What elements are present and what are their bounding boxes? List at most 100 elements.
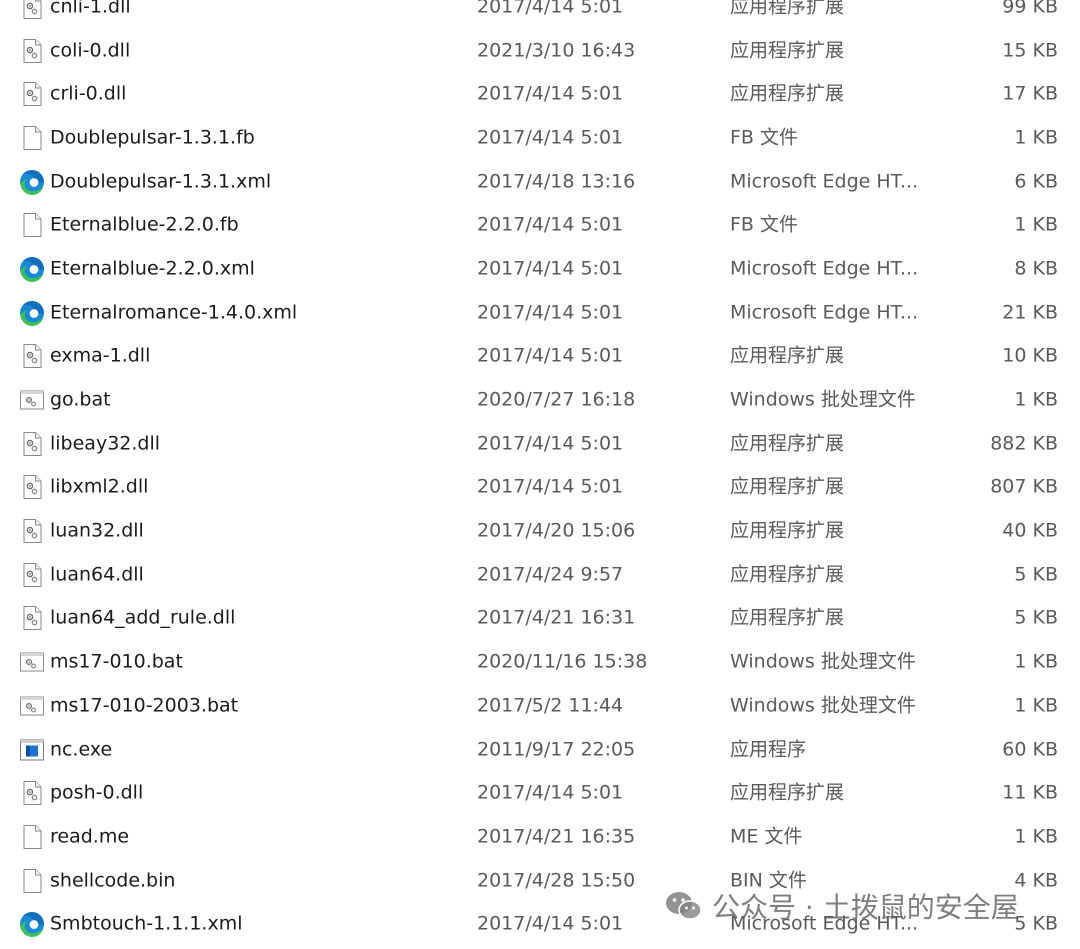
file-size: 882 KB xyxy=(990,432,1058,455)
file-name: ms17-010-2003.bat xyxy=(50,694,239,717)
file-size: 1 KB xyxy=(1014,126,1058,149)
file-name: cnli-1.dll xyxy=(50,0,131,18)
file-date-modified: 2017/4/20 15:06 xyxy=(477,519,636,542)
file-date-modified: 2017/4/14 5:01 xyxy=(477,475,624,498)
file-row[interactable]: libxml2.dll 2017/4/14 5:01 应用程序扩展 807 KB xyxy=(0,466,1080,510)
file-row[interactable]: crli-0.dll 2017/4/14 5:01 应用程序扩展 17 KB xyxy=(0,72,1080,116)
file-date-modified: 2017/4/14 5:01 xyxy=(477,432,624,455)
file-name: crli-0.dll xyxy=(50,82,127,105)
file-type: Microsoft Edge HT... xyxy=(730,301,919,324)
file-name: shellcode.bin xyxy=(50,869,176,892)
file-type: FB 文件 xyxy=(730,213,799,236)
file-date-modified: 2017/4/14 5:01 xyxy=(477,257,624,280)
edge-icon xyxy=(18,168,46,196)
file-name: Eternalblue-2.2.0.fb xyxy=(50,213,239,236)
file-size: 1 KB xyxy=(1014,825,1058,848)
file-size: 1 KB xyxy=(1014,694,1058,717)
edge-icon xyxy=(18,299,46,327)
blank-file-icon xyxy=(18,823,46,851)
file-row[interactable]: coli-0.dll 2021/3/10 16:43 应用程序扩展 15 KB xyxy=(0,29,1080,73)
batch-file-icon xyxy=(18,648,46,676)
file-row[interactable]: read.me 2017/4/21 16:35 ME 文件 1 KB xyxy=(0,815,1080,859)
file-name: exma-1.dll xyxy=(50,344,151,367)
file-name: Eternalblue-2.2.0.xml xyxy=(50,257,255,280)
file-date-modified: 2017/4/14 5:01 xyxy=(477,126,624,149)
file-name: Doublepulsar-1.3.1.fb xyxy=(50,126,255,149)
dll-file-icon xyxy=(18,517,46,545)
file-row[interactable]: nc.exe 2011/9/17 22:05 应用程序 60 KB xyxy=(0,728,1080,772)
file-row[interactable]: go.bat 2020/7/27 16:18 Windows 批处理文件 1 KB xyxy=(0,378,1080,422)
file-row[interactable]: Eternalblue-2.2.0.xml 2017/4/14 5:01 Micro… xyxy=(0,247,1080,291)
file-name: nc.exe xyxy=(50,738,113,761)
file-type: 应用程序扩展 xyxy=(730,432,845,455)
file-date-modified: 2017/4/28 15:50 xyxy=(477,869,636,892)
dll-file-icon xyxy=(18,80,46,108)
exe-icon xyxy=(18,736,46,764)
file-row[interactable]: ms17-010.bat 2020/11/16 15:38 Windows 批处理文… xyxy=(0,640,1080,684)
file-type: 应用程序扩展 xyxy=(730,39,845,62)
file-row[interactable]: luan32.dll 2017/4/20 15:06 应用程序扩展 40 KB xyxy=(0,509,1080,553)
dll-file-icon xyxy=(18,37,46,65)
file-size: 1 KB xyxy=(1014,213,1058,236)
file-list: cnli-1.dll 2017/4/14 5:01 应用程序扩展 99 KB coli-… xyxy=(0,0,1080,946)
file-date-modified: 2017/4/14 5:01 xyxy=(477,82,624,105)
file-type: ME 文件 xyxy=(730,825,803,848)
file-date-modified: 2017/4/14 5:01 xyxy=(477,213,624,236)
file-name: luan64.dll xyxy=(50,563,144,586)
file-type: Microsoft Edge HT... xyxy=(730,170,919,193)
file-name: read.me xyxy=(50,825,130,848)
dll-file-icon xyxy=(18,604,46,632)
file-size: 60 KB xyxy=(1002,738,1058,761)
file-name: posh-0.dll xyxy=(50,781,144,804)
file-date-modified: 2017/4/14 5:01 xyxy=(477,912,624,935)
file-date-modified: 2017/4/14 5:01 xyxy=(477,0,624,18)
wechat-icon xyxy=(666,892,702,920)
file-type: 应用程序扩展 xyxy=(730,82,845,105)
file-row[interactable]: posh-0.dll 2017/4/14 5:01 应用程序扩展 11 KB xyxy=(0,771,1080,815)
file-size: 1 KB xyxy=(1014,650,1058,673)
file-size: 4 KB xyxy=(1014,869,1058,892)
file-row[interactable]: luan64_add_rule.dll 2017/4/21 16:31 应用程序扩展… xyxy=(0,597,1080,641)
file-size: 11 KB xyxy=(1002,781,1058,804)
file-size: 40 KB xyxy=(1002,519,1058,542)
batch-file-icon xyxy=(18,692,46,720)
file-date-modified: 2017/4/14 5:01 xyxy=(477,344,624,367)
file-name: libxml2.dll xyxy=(50,475,149,498)
file-date-modified: 2017/4/21 16:35 xyxy=(477,825,636,848)
dll-file-icon xyxy=(18,430,46,458)
file-row[interactable]: Doublepulsar-1.3.1.fb 2017/4/14 5:01 FB 文件… xyxy=(0,116,1080,160)
file-type: Windows 批处理文件 xyxy=(730,694,916,717)
file-type: 应用程序扩展 xyxy=(730,344,845,367)
file-size: 807 KB xyxy=(990,475,1058,498)
file-type: 应用程序 xyxy=(730,738,807,761)
file-size: 99 KB xyxy=(1002,0,1058,18)
file-row[interactable]: Eternalromance-1.4.0.xml 2017/4/14 5:01 Mi… xyxy=(0,291,1080,335)
file-row[interactable]: Eternalblue-2.2.0.fb 2017/4/14 5:01 FB 文件 1… xyxy=(0,203,1080,247)
edge-icon xyxy=(18,255,46,283)
file-name: luan32.dll xyxy=(50,519,144,542)
batch-file-icon xyxy=(18,386,46,414)
file-type: Windows 批处理文件 xyxy=(730,650,916,673)
file-date-modified: 2021/3/10 16:43 xyxy=(477,39,636,62)
file-row[interactable]: cnli-1.dll 2017/4/14 5:01 应用程序扩展 99 KB xyxy=(0,0,1080,29)
file-size: 21 KB xyxy=(1002,301,1058,324)
file-row[interactable]: ms17-010-2003.bat 2017/5/2 11:44 Windows 批… xyxy=(0,684,1080,728)
dll-file-icon xyxy=(18,0,46,21)
file-name: ms17-010.bat xyxy=(50,650,183,673)
file-size: 6 KB xyxy=(1014,170,1058,193)
file-size: 5 KB xyxy=(1014,912,1058,935)
file-size: 17 KB xyxy=(1002,82,1058,105)
file-name: Smbtouch-1.1.1.xml xyxy=(50,912,243,935)
file-type: 应用程序扩展 xyxy=(730,0,845,18)
file-row[interactable]: exma-1.dll 2017/4/14 5:01 应用程序扩展 10 KB xyxy=(0,335,1080,379)
file-date-modified: 2017/4/18 13:16 xyxy=(477,170,636,193)
file-row[interactable]: libeay32.dll 2017/4/14 5:01 应用程序扩展 882 KB xyxy=(0,422,1080,466)
watermark-text: 公众号 · 土拨鼠的安全屋 xyxy=(712,891,1019,924)
dll-file-icon xyxy=(18,342,46,370)
file-name: go.bat xyxy=(50,388,111,411)
blank-file-icon xyxy=(18,211,46,239)
file-row[interactable]: Doublepulsar-1.3.1.xml 2017/4/18 13:16 Mic… xyxy=(0,160,1080,204)
file-row[interactable]: luan64.dll 2017/4/24 9:57 应用程序扩展 5 KB xyxy=(0,553,1080,597)
file-size: 1 KB xyxy=(1014,388,1058,411)
file-type: 应用程序扩展 xyxy=(730,475,845,498)
